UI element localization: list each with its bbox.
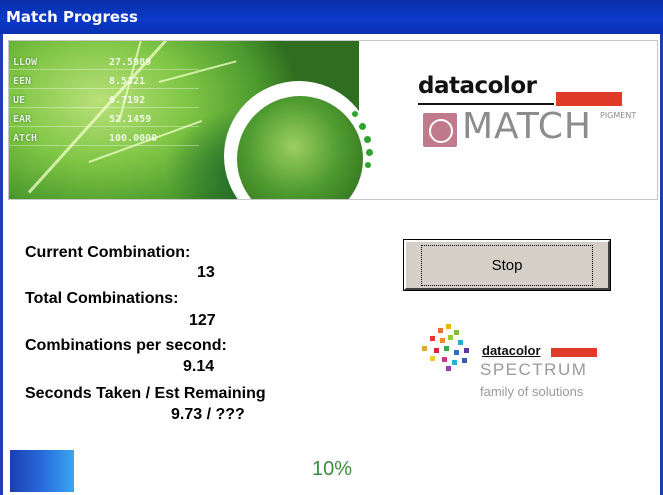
spectrum-square [430,336,435,341]
spectrum-datacolor-text: datacolor [482,343,541,358]
window-frame-left [0,34,3,495]
readout-divider [9,88,199,89]
spectrum-name-text: SPECTRUM [480,360,588,379]
readout-value: 6.7192 [109,95,146,106]
progress-dot [352,111,358,117]
readout-value: 52.1459 [109,114,152,125]
readout-label: EEN [13,76,32,87]
readout-value: 100.0000 [109,133,158,144]
progress-dot [364,136,371,143]
spectrum-square [462,358,467,363]
stop-button-label: Stop [420,244,594,286]
spectrum-square [430,356,435,361]
readout-divider [9,126,199,127]
total-combinations-value: 127 [189,312,216,329]
readout-divider [9,69,199,70]
readout-label: ATCH [13,133,38,144]
window-title-bar: Match Progress [0,0,663,34]
spectrum-tagline: family of solutions [480,384,584,399]
progress-dot [365,162,371,168]
progress-dot [359,123,366,130]
spectrum-square [446,366,451,371]
match-logo-text: MATCH [462,106,592,147]
pigment-label: PIGMENT [600,111,637,120]
match-logo-icon [423,113,457,147]
combinations-per-second-label: Combinations per second: [25,337,227,354]
combinations-per-second-value: 9.14 [183,358,215,375]
leaf-vein [158,60,237,83]
readout-value: 27.5989 [109,57,152,68]
total-combinations-label: Total Combinations: [25,290,179,307]
window-title: Match Progress [6,8,138,26]
spectrum-square [440,338,445,343]
seconds-taken-value: 9.73 / ??? [171,406,245,423]
spectrum-square [446,324,451,329]
spectrum-square [442,357,447,362]
current-combination-label: Current Combination: [25,244,191,261]
readout-value: 8.5321 [109,76,146,87]
readout-divider [9,145,199,146]
progress-dot [366,149,373,156]
readout-label: EAR [13,114,32,125]
spectrum-square [452,360,457,365]
spectrum-square [454,330,459,335]
current-combination-value: 13 [197,264,215,281]
spectrum-square [458,340,463,345]
spectrum-square [448,335,453,340]
spectrum-square [464,348,469,353]
datacolor-logo-text: datacolor [418,73,537,99]
readout-divider [9,107,199,108]
spectrum-logo-bar [551,348,597,357]
datacolor-logo-bar [556,92,622,106]
readout-label: UE [13,95,26,106]
spectrum-square [438,328,443,333]
spectrum-square [434,348,439,353]
spectrum-logo-icon [418,322,478,372]
spectrum-square [422,346,427,351]
spectrum-square [444,346,449,351]
spectrum-square [454,350,459,355]
progress-bar-fill [10,450,74,492]
seconds-taken-label: Seconds Taken / Est Remaining [25,385,266,402]
progress-percent-text: 10% [312,458,353,480]
datacolor-logo-underline [418,103,554,105]
readout-label: LLOW [13,57,38,68]
stop-button[interactable]: Stop [403,239,611,291]
